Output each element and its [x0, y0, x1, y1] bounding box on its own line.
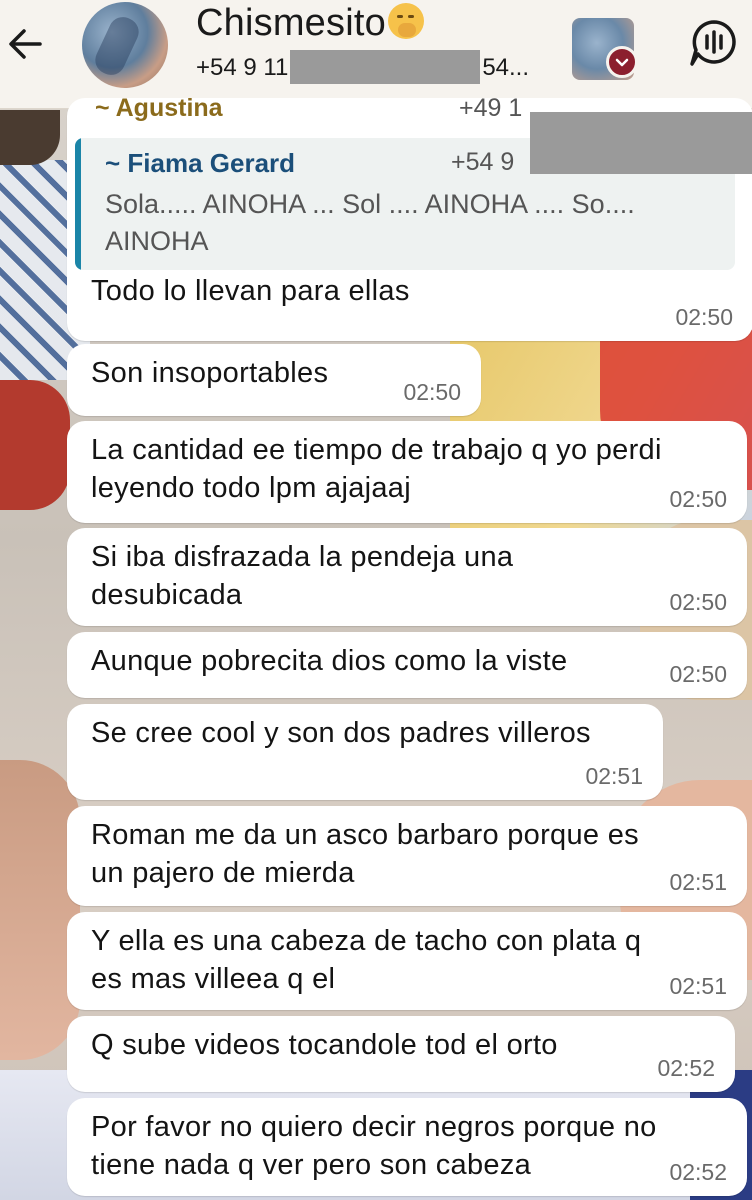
group-avatar[interactable]: [82, 2, 168, 88]
message-time: 02:52: [657, 1055, 715, 1081]
message-bubble[interactable]: Q sube videos tocandole tod el orto 02:5…: [67, 1016, 735, 1092]
message-bubble[interactable]: Por favor no quiero decir negros porque …: [67, 1098, 747, 1196]
message-time: 02:51: [669, 869, 727, 895]
message-text: Y ella es una cabeza de tacho con plata …: [91, 925, 642, 995]
redaction-box: [290, 50, 481, 84]
message-time: 02:50: [403, 379, 461, 405]
chat-title[interactable]: Chismesito: [196, 2, 424, 45]
message-time: 02:52: [669, 1159, 727, 1185]
message-time: 02:51: [585, 763, 643, 789]
message-text: La cantidad ee tiempo de trabajo q yo pe…: [91, 434, 662, 504]
chevron-down-badge-icon[interactable]: [606, 46, 638, 78]
message-bubble[interactable]: Son insoportables 02:50: [67, 344, 481, 416]
message-bubble[interactable]: Aunque pobrecita dios como la viste 02:5…: [67, 632, 747, 698]
message-time: 02:50: [669, 661, 727, 687]
message-bubble[interactable]: Roman me da un asco barbaro porque es un…: [67, 806, 747, 906]
message-bubble[interactable]: Si iba disfrazada la pendeja una desubic…: [67, 528, 747, 626]
face-with-hand-over-mouth-emoji-icon: [387, 3, 424, 39]
message-text: Son insoportables: [91, 357, 329, 389]
message-time: 02:51: [669, 973, 727, 999]
quoted-sender-phone: +54 9: [451, 148, 515, 176]
voice-chat-icon[interactable]: [686, 14, 742, 74]
message-text: Q sube videos tocandole tod el orto: [91, 1029, 558, 1061]
message-text: Roman me da un asco barbaro porque es un…: [91, 819, 639, 889]
sender-name: ~ Agustina: [95, 94, 223, 122]
message-time: 02:50: [669, 486, 727, 512]
message-bubble[interactable]: Y ella es una cabeza de tacho con plata …: [67, 912, 747, 1010]
chat-header: Chismesito +54 9 11 54...: [0, 0, 752, 109]
quoted-text: Sola..... AINOHA ... Sol .... AINOHA ...…: [105, 189, 635, 256]
message-time: 02:50: [669, 589, 727, 615]
back-arrow-icon[interactable]: [6, 22, 46, 66]
message-text: Todo lo llevan para ellas: [91, 275, 410, 307]
sender-phone: +49 1: [459, 94, 523, 122]
message-list: ~ Agustina +49 1 ~ Fiama Gerard +54 9 So…: [0, 94, 752, 1200]
redaction-box: [530, 112, 752, 174]
message-text: Por favor no quiero decir negros porque …: [91, 1111, 657, 1181]
quoted-sender-name: ~ Fiama Gerard: [105, 148, 296, 178]
message-text: Si iba disfrazada la pendeja una desubic…: [91, 541, 514, 611]
message-bubble[interactable]: Se cree cool y son dos padres villeros 0…: [67, 704, 663, 800]
message-time: 02:50: [675, 304, 733, 330]
message-text: Se cree cool y son dos padres villeros: [91, 717, 591, 749]
message-bubble[interactable]: La cantidad ee tiempo de trabajo q yo pe…: [67, 421, 747, 523]
quote-accent-bar: [75, 138, 81, 270]
chat-subtitle[interactable]: +54 9 11 54...: [196, 50, 529, 84]
message-text: Aunque pobrecita dios como la viste: [91, 645, 568, 677]
